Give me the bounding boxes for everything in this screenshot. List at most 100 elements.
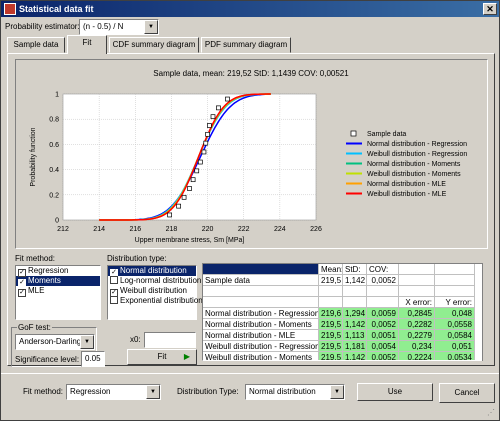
table-cell: [343, 297, 367, 308]
table-cell: [399, 275, 435, 286]
chevron-down-icon[interactable]: ▼: [146, 385, 160, 399]
sample-point: [187, 186, 192, 191]
x-tick-label: 220: [202, 226, 214, 233]
table-header-cell: Mean:: [319, 264, 343, 275]
table-cell: 219,5: [319, 341, 343, 352]
table-cell: [319, 297, 343, 308]
footer-divider: [1, 373, 499, 374]
cancel-button[interactable]: Cancel: [439, 383, 495, 403]
table-cell: 219,5: [319, 352, 343, 361]
table-cell: 0,2282: [399, 319, 435, 330]
estimator-select[interactable]: (n - 0.5) / N ▼: [79, 19, 159, 35]
x-tick-label: 218: [166, 226, 178, 233]
play-icon: ▶: [183, 352, 190, 361]
sample-point: [167, 212, 172, 218]
table-cell: [203, 286, 319, 297]
table-cell: X error:: [399, 297, 435, 308]
fit-method-moments[interactable]: ✓ Moments: [16, 276, 100, 287]
table-cell: 1,181: [343, 341, 367, 352]
y-axis-label: Probability function: [30, 127, 37, 186]
dist-weibull[interactable]: ✓ Weibull distribution: [108, 286, 196, 297]
app-icon: [4, 3, 16, 15]
table-cell: 219,5: [319, 319, 343, 330]
footer-dist-type-label: Distribution Type:: [177, 387, 239, 396]
results-scrollbar[interactable]: [482, 263, 488, 361]
checkbox-icon[interactable]: [110, 276, 118, 284]
sample-point: [216, 105, 221, 111]
x0-input[interactable]: [144, 332, 196, 348]
chevron-down-icon[interactable]: ▼: [80, 335, 94, 349]
table-cell: 219,5: [319, 330, 343, 341]
table-cell: [367, 297, 399, 308]
table-cell: [435, 275, 475, 286]
table-cell: 0,0051: [367, 330, 399, 341]
sample-point: [203, 140, 209, 146]
y-tick-label: 0.8: [49, 117, 59, 124]
sample-point: [176, 203, 182, 209]
legend-item: Weibull distribution - Moments: [367, 171, 461, 178]
dist-exponential[interactable]: Exponential distribution: [108, 296, 203, 306]
fit-button[interactable]: Fit ▶: [127, 349, 197, 365]
tab-sample-data[interactable]: Sample data: [7, 37, 65, 53]
footer-dist-type-select[interactable]: Normal distribution ▼: [245, 384, 345, 400]
tab-fit[interactable]: Fit: [67, 35, 107, 54]
plot-background: [62, 93, 317, 221]
table-cell: 0,051: [435, 341, 475, 352]
table-cell: 0,0584: [435, 330, 475, 341]
x-tick-label: 216: [129, 226, 141, 233]
gof-select[interactable]: Anderson-Darling ▼: [15, 334, 95, 350]
fit-method-regression[interactable]: ✓ Regression: [16, 266, 100, 277]
dist-log-normal[interactable]: Log-normal distribution: [108, 276, 201, 286]
table-cell: 0,0052: [367, 319, 399, 330]
fit-method-list[interactable]: ✓ Regression ✓ Moments ✓ MLE: [15, 265, 101, 320]
table-cell: 0,2279: [399, 330, 435, 341]
table-cell: Normal distribution - Regression: [203, 308, 319, 319]
use-button[interactable]: Use: [357, 383, 433, 401]
significance-label: Significance level:: [15, 355, 80, 364]
sample-point: [205, 131, 210, 137]
significance-input[interactable]: 0.05: [81, 351, 105, 367]
legend-item: Weibull distribution - Regression: [367, 151, 467, 158]
checkbox-icon[interactable]: [110, 296, 118, 304]
tab-cdf-summary[interactable]: CDF summary diagram: [109, 37, 199, 53]
x-tick-label: 226: [310, 226, 322, 233]
sample-point: [201, 149, 207, 155]
legend-item: Normal distribution - Regression: [367, 141, 467, 148]
sample-point: [207, 123, 212, 128]
statistical-data-fit-window: Statistical data fit ✕ Probability estim…: [0, 0, 500, 421]
x-tick-label: 214: [93, 226, 105, 233]
resize-grip-icon[interactable]: ⋰: [487, 408, 497, 418]
chevron-down-icon[interactable]: ▼: [330, 385, 344, 399]
results-table: Mean: StD: COV: Sample data 219,5 1,142 0,0052…: [202, 263, 487, 361]
sample-point: [190, 177, 196, 183]
sample-point: [197, 159, 203, 165]
table-cell: 0,2224: [399, 352, 435, 360]
close-button[interactable]: ✕: [483, 3, 497, 15]
gof-label: GoF test:: [17, 323, 52, 332]
table-cell: 0,0558: [435, 319, 475, 330]
dist-normal[interactable]: ✓ Normal distribution: [108, 266, 196, 277]
table-header-cell: StD:: [343, 264, 367, 275]
legend-marker-sample: [350, 130, 357, 137]
tab-pdf-summary[interactable]: PDF summary diagram: [201, 37, 291, 53]
legend-item: Normal distribution - Moments: [367, 161, 461, 168]
footer-fit-method-select[interactable]: Regression ▼: [66, 384, 161, 400]
y-tick-label: 0.2: [49, 192, 59, 199]
table-cell: 0,0052: [367, 352, 399, 360]
table-cell: [203, 297, 319, 308]
sample-point: [194, 168, 200, 174]
fit-method-mle[interactable]: ✓ MLE: [16, 286, 100, 297]
table-cell: Normal distribution - MLE: [203, 330, 319, 341]
chevron-down-icon[interactable]: ▼: [144, 20, 158, 34]
sample-point: [181, 194, 187, 200]
x0-label: x0:: [130, 335, 141, 344]
checkbox-icon[interactable]: ✓: [18, 289, 26, 297]
distribution-type-list[interactable]: ✓ Normal distribution Log-normal distribu…: [107, 265, 203, 320]
x-tick-label: 212: [57, 226, 69, 233]
table-cell: 1,294: [343, 308, 367, 319]
sample-point: [210, 114, 216, 120]
table-cell: Weibull distribution - Moments: [203, 352, 319, 360]
table-cell: 1,142: [343, 352, 367, 361]
y-tick-label: 0: [55, 218, 59, 225]
legend-item: Normal distribution - MLE: [367, 181, 446, 188]
